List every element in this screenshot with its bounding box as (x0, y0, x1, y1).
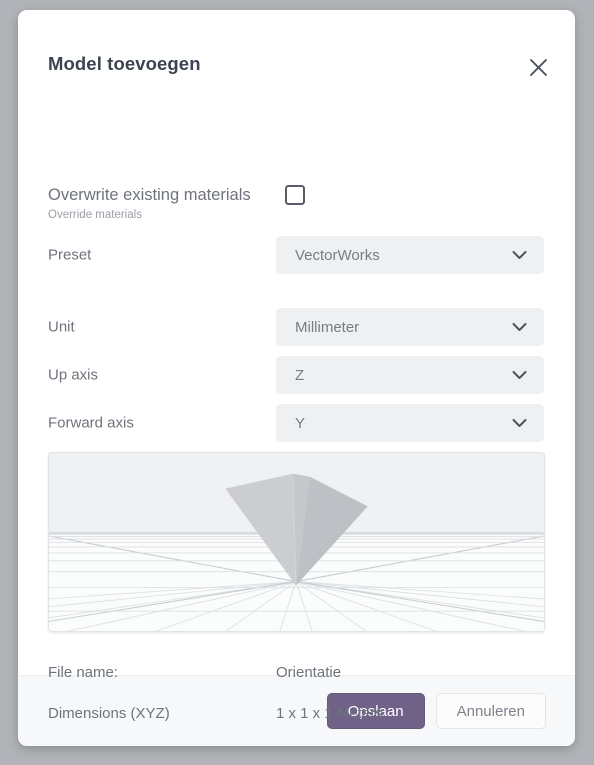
file-name-label: File name: (48, 664, 119, 681)
overwrite-materials-row: Overwrite existing materials Override ma… (48, 184, 545, 226)
up-axis-label: Up axis (48, 366, 99, 384)
file-name-row: File name: Orientatie (48, 664, 545, 684)
chevron-down-icon (512, 418, 527, 428)
dimensions-label: Dimensions (XYZ) (48, 705, 170, 722)
dialog-header: Model toevoegen (18, 10, 575, 88)
model-preview-3d[interactable] (48, 452, 545, 632)
chevron-down-icon (512, 322, 527, 332)
dimensions-row: Dimensions (XYZ) 1 x 1 x 1 Meters (48, 705, 545, 725)
overwrite-materials-label: Overwrite existing materials (48, 186, 251, 204)
chevron-down-icon (512, 250, 527, 260)
up-axis-select-value: Z (295, 366, 305, 384)
forward-axis-select-value: Y (295, 414, 306, 432)
dialog-body: Overwrite existing materials Override ma… (18, 88, 575, 722)
close-button[interactable] (523, 52, 553, 82)
chevron-down-icon (512, 370, 527, 380)
preset-row: Preset VectorWorks (48, 236, 545, 274)
dimensions-value: 1 x 1 x 1 Meters (276, 705, 383, 722)
file-name-value: Orientatie (276, 664, 342, 681)
forward-axis-label: Forward axis (48, 414, 134, 432)
close-icon (529, 58, 548, 77)
overwrite-materials-sublabel: Override materials (48, 209, 142, 221)
page-title: Model toevoegen (48, 53, 201, 74)
unit-label: Unit (48, 318, 75, 336)
preset-select-value: VectorWorks (295, 246, 380, 264)
unit-row: Unit Millimeter (48, 308, 545, 346)
overwrite-materials-checkbox[interactable] (285, 185, 305, 205)
add-model-dialog: Model toevoegen Overwrite existing mater… (18, 10, 575, 746)
forward-axis-row: Forward axis Y (48, 404, 545, 442)
up-axis-row: Up axis Z (48, 356, 545, 394)
preset-select[interactable]: VectorWorks (276, 236, 544, 274)
forward-axis-select[interactable]: Y (276, 404, 544, 442)
unit-select-value: Millimeter (295, 318, 360, 336)
unit-select[interactable]: Millimeter (276, 308, 544, 346)
preset-label: Preset (48, 246, 92, 264)
up-axis-select[interactable]: Z (276, 356, 544, 394)
